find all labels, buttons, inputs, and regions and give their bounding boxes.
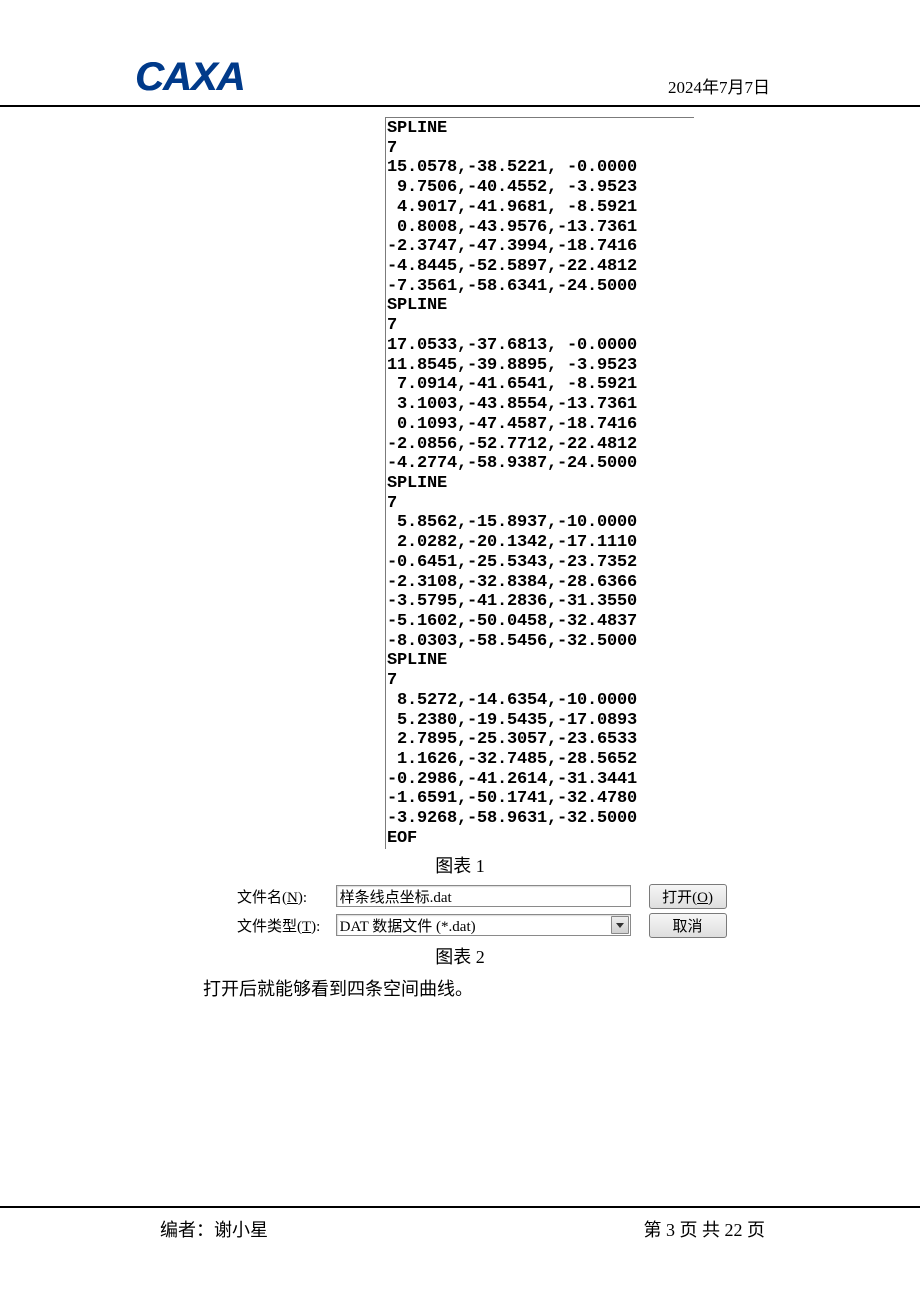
data-file-content: SPLINE 7 15.0578,-38.5221, -0.0000 9.750…	[385, 117, 694, 849]
dialog-row-filename: 文件名(N): 打开(O)	[234, 882, 731, 911]
filename-input[interactable]	[336, 885, 631, 907]
chevron-down-icon[interactable]	[611, 916, 629, 934]
figure-caption-2: 图表 2	[0, 943, 920, 969]
filetype-select-value: DAT 数据文件 (*.dat)	[337, 915, 611, 936]
open-button[interactable]: 打开(O)	[649, 884, 727, 909]
header-date: 2024年7月7日	[668, 73, 770, 100]
filetype-label: 文件类型(T):	[237, 919, 326, 935]
figure-caption-1: 图表 1	[0, 852, 920, 878]
page-header: CAXA 2024年7月7日	[0, 0, 920, 107]
footer-author: 编者：谢小星	[160, 1216, 268, 1242]
filetype-select[interactable]: DAT 数据文件 (*.dat)	[336, 914, 631, 936]
filename-label: 文件名(N):	[237, 890, 313, 906]
footer-pagination: 第 3 页 共 22 页	[644, 1216, 766, 1242]
body-paragraph: 打开后就能够看到四条空间曲线。	[0, 973, 920, 1001]
page-footer: 编者：谢小星 第 3 页 共 22 页	[0, 1206, 920, 1242]
dialog-row-filetype: 文件类型(T): DAT 数据文件 (*.dat) 取消	[234, 911, 731, 940]
logo: CAXA	[135, 55, 244, 100]
page-content: SPLINE 7 15.0578,-38.5221, -0.0000 9.750…	[0, 113, 920, 1001]
cancel-button[interactable]: 取消	[649, 913, 727, 938]
file-open-dialog: 文件名(N): 打开(O) 文件类型(T): DAT 数据文件 (*.dat) …	[234, 882, 731, 940]
